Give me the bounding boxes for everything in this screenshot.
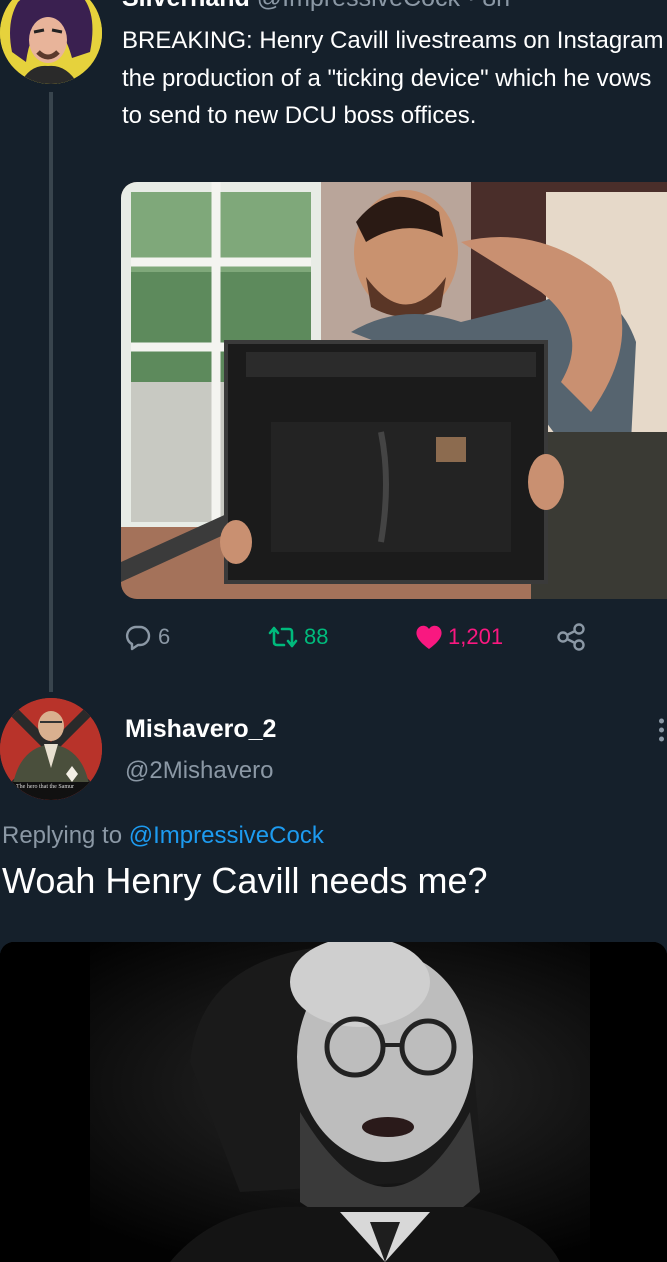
reply-count: 6 bbox=[158, 624, 171, 649]
tweet-text: BREAKING: Henry Cavill livestreams on In… bbox=[122, 27, 664, 129]
heart-icon bbox=[414, 623, 444, 651]
replying-to-mention[interactable]: @ImpressiveCock bbox=[129, 822, 324, 849]
author-avatar[interactable] bbox=[0, 0, 102, 84]
retweet-icon bbox=[266, 623, 300, 651]
reply-photo[interactable] bbox=[0, 942, 667, 1262]
like-count: 1,201 bbox=[448, 624, 504, 649]
reply-handle[interactable]: @2Mishavero bbox=[125, 757, 273, 785]
avatar-caption: The hero that the Samur bbox=[16, 784, 74, 790]
reply-icon bbox=[124, 623, 152, 651]
replying-to-line: Replying to @ImpressiveCock bbox=[2, 822, 324, 850]
author-handle[interactable]: @ImpressiveCock bbox=[257, 0, 460, 12]
tweet-time[interactable]: · 8h bbox=[467, 0, 510, 12]
reply-text: Woah Henry Cavill needs me? bbox=[2, 860, 488, 901]
reply-display-name[interactable]: Mishavero_2 bbox=[125, 715, 276, 744]
replying-to-label: Replying to bbox=[2, 822, 123, 849]
thread-connector-line bbox=[49, 92, 53, 692]
retweet-button[interactable]: 88 bbox=[266, 620, 328, 654]
reply-button[interactable]: 6 bbox=[124, 620, 170, 654]
share-button[interactable] bbox=[556, 620, 586, 654]
reply-author-avatar[interactable]: The hero that the Samur bbox=[0, 698, 102, 800]
retweet-count: 88 bbox=[304, 624, 329, 649]
tweet-photo[interactable] bbox=[121, 182, 667, 599]
like-button[interactable]: 1,201 bbox=[414, 620, 503, 654]
more-options-icon[interactable] bbox=[656, 716, 667, 746]
tweet-header: Silverhand @ImpressiveCock · 8h bbox=[122, 0, 510, 13]
share-icon bbox=[556, 622, 586, 652]
author-name[interactable]: Silverhand bbox=[122, 0, 250, 12]
